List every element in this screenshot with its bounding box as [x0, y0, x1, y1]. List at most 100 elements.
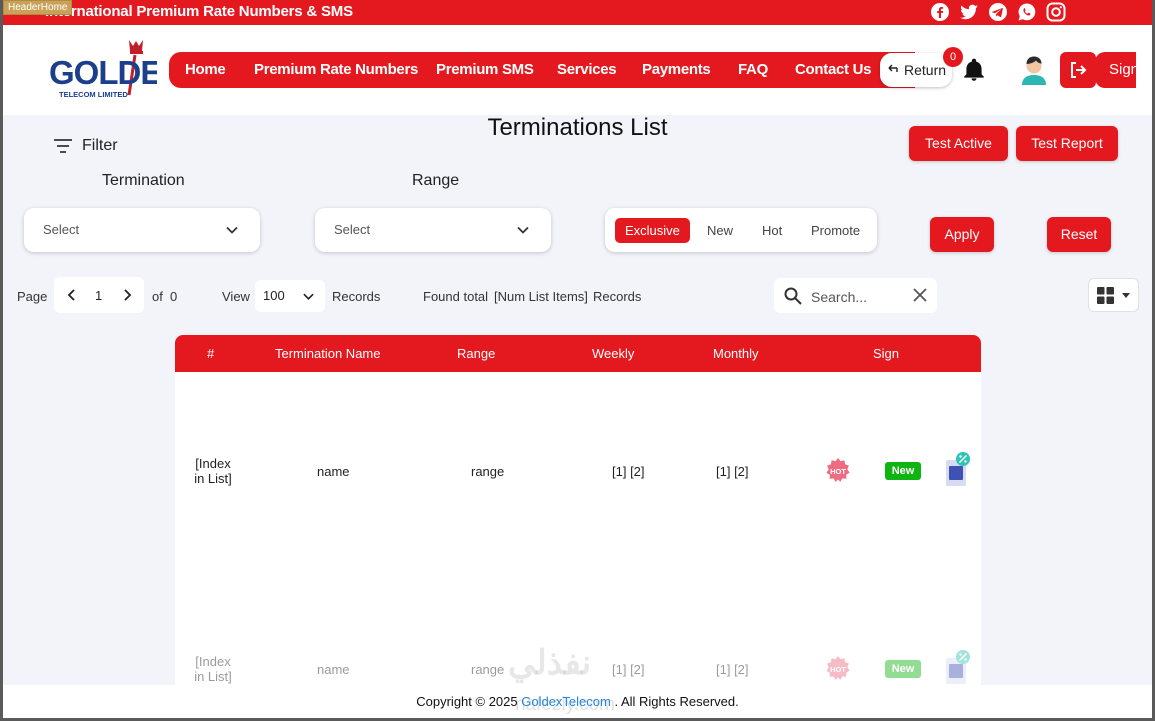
return-button[interactable]: Return	[880, 53, 952, 87]
termination-select[interactable]: Select	[24, 208, 260, 252]
instagram-icon[interactable]	[1046, 2, 1066, 22]
sign-button[interactable]: Sign	[1095, 52, 1136, 88]
social-links	[930, 2, 1066, 22]
total-pages: 0	[170, 289, 178, 304]
hot-badge-text: HOT	[830, 665, 846, 674]
watermark-arabic: نفذلي	[508, 644, 592, 682]
column-header-range[interactable]: Range	[457, 346, 495, 361]
main-nav: Home Premium Rate Numbers Premium SMS Se…	[169, 52, 915, 88]
nav-premium-sms[interactable]: Premium SMS	[436, 61, 534, 78]
termination-label: Termination	[102, 172, 185, 189]
tag-segment-control: Exclusive New Hot Promote	[605, 208, 877, 252]
whatsapp-icon[interactable]	[1017, 2, 1037, 22]
filter-toggle[interactable]: Filter	[54, 137, 118, 155]
segment-new[interactable]: New	[697, 218, 743, 243]
svg-text:GOLDEX: GOLDEX	[49, 54, 157, 91]
return-label: Return	[904, 62, 947, 78]
view-count-value: 100	[263, 288, 285, 303]
range-select-value: Select	[334, 222, 371, 237]
test-active-button[interactable]: Test Active	[909, 126, 1008, 161]
segment-promote[interactable]: Promote	[801, 218, 870, 243]
range-select[interactable]: Select	[315, 208, 551, 252]
footer-copyright-prefix: Copyright © 2025	[416, 694, 522, 709]
search-input[interactable]: Search...	[774, 278, 937, 313]
caret-down-icon	[1122, 293, 1130, 298]
page-label: Page	[17, 289, 48, 304]
twitter-icon[interactable]	[959, 2, 979, 22]
apply-button[interactable]: Apply	[930, 217, 994, 252]
facebook-icon[interactable]	[930, 2, 950, 22]
termination-select-value: Select	[43, 222, 80, 237]
nav-payments[interactable]: Payments	[642, 61, 711, 78]
row-range: range	[471, 464, 505, 479]
of-label: of	[152, 289, 163, 304]
row-monthly-links[interactable]: [1] [2]	[716, 464, 749, 479]
nav-premium-rate-numbers[interactable]: Premium Rate Numbers	[254, 61, 418, 78]
row-weekly-links[interactable]: [1] [2]	[612, 464, 645, 479]
user-avatar-icon[interactable]	[1018, 53, 1050, 85]
found-total-label: Found total	[423, 289, 489, 304]
site-header: GOLDEX TELECOM LIMITED Home Premium Rate…	[3, 25, 1152, 141]
column-header-termination-name[interactable]: Termination Name	[275, 346, 381, 361]
reset-button[interactable]: Reset	[1047, 217, 1111, 252]
chevron-right-icon[interactable]	[121, 289, 133, 301]
search-icon	[784, 287, 802, 305]
nav-services[interactable]: Services	[557, 61, 617, 78]
segment-exclusive[interactable]: Exclusive	[615, 218, 690, 243]
found-records-label: Records	[593, 289, 642, 304]
chevron-down-icon	[303, 293, 314, 300]
column-header-index[interactable]: #	[207, 346, 214, 361]
row-weekly-links[interactable]: [1] [2]	[612, 662, 645, 677]
watermark-latin: nafezly.com	[515, 694, 615, 715]
grid-view-icon	[1097, 287, 1114, 304]
hot-badge-text: HOT	[830, 467, 846, 476]
promote-icon	[946, 452, 970, 486]
records-label: Records	[332, 289, 381, 304]
layout-toggle-button[interactable]	[1088, 278, 1139, 312]
column-header-weekly[interactable]: Weekly	[592, 346, 634, 361]
view-count-select[interactable]: 100	[255, 280, 325, 312]
row-monthly-links[interactable]: [1] [2]	[716, 662, 749, 677]
row-termination-name: name	[317, 464, 350, 479]
row-index: [Index in List]	[187, 456, 239, 486]
topbar-title: International Premium Rate Numbers & SMS	[45, 3, 353, 20]
logout-icon	[1071, 62, 1087, 78]
bell-icon[interactable]	[961, 57, 987, 83]
column-header-monthly[interactable]: Monthly	[713, 346, 759, 361]
chevron-down-icon	[517, 226, 529, 234]
row-index-line2: in List]	[194, 471, 232, 486]
svg-text:TELECOM LIMITED: TELECOM LIMITED	[59, 90, 128, 99]
app-window: International Premium Rate Numbers & SMS…	[3, 0, 1152, 718]
chevron-down-icon	[226, 226, 238, 234]
telegram-icon[interactable]	[988, 2, 1008, 22]
column-header-sign[interactable]: Sign	[873, 346, 899, 361]
row-index-line1: [Index	[195, 456, 231, 471]
hot-badge-icon: HOT	[826, 458, 850, 482]
filter-label: Filter	[82, 137, 118, 154]
page-navigator: 1	[54, 277, 144, 313]
footer-copyright-suffix: . All Rights Reserved.	[610, 694, 739, 709]
search-placeholder: Search...	[811, 289, 868, 305]
logout-button[interactable]	[1060, 52, 1096, 88]
return-arrow-icon	[888, 64, 898, 72]
test-report-button[interactable]: Test Report	[1016, 126, 1118, 161]
page-number[interactable]: 1	[95, 288, 102, 303]
nav-faq[interactable]: FAQ	[738, 61, 768, 78]
table-row[interactable]: [Index in List] name range [1] [2] [1] […	[175, 452, 981, 486]
goldex-logo[interactable]: GOLDEX TELECOM LIMITED	[47, 37, 157, 101]
row-index-line2: in List]	[194, 669, 232, 684]
row-index: [Index in List]	[187, 654, 239, 684]
range-label: Range	[412, 172, 460, 189]
nav-home[interactable]: Home	[185, 61, 226, 78]
nav-contact-us[interactable]: Contact Us	[795, 61, 871, 78]
hot-badge-icon: HOT	[826, 656, 850, 680]
segment-hot[interactable]: Hot	[752, 218, 792, 243]
close-icon[interactable]	[913, 288, 927, 302]
new-badge: New	[885, 462, 921, 480]
new-badge: New	[885, 660, 921, 678]
top-bar: International Premium Rate Numbers & SMS	[3, 0, 1152, 25]
promote-icon	[946, 650, 970, 684]
chevron-left-icon[interactable]	[66, 289, 78, 301]
row-range: range	[471, 662, 505, 677]
found-total-value: [Num List Items]	[494, 289, 588, 304]
